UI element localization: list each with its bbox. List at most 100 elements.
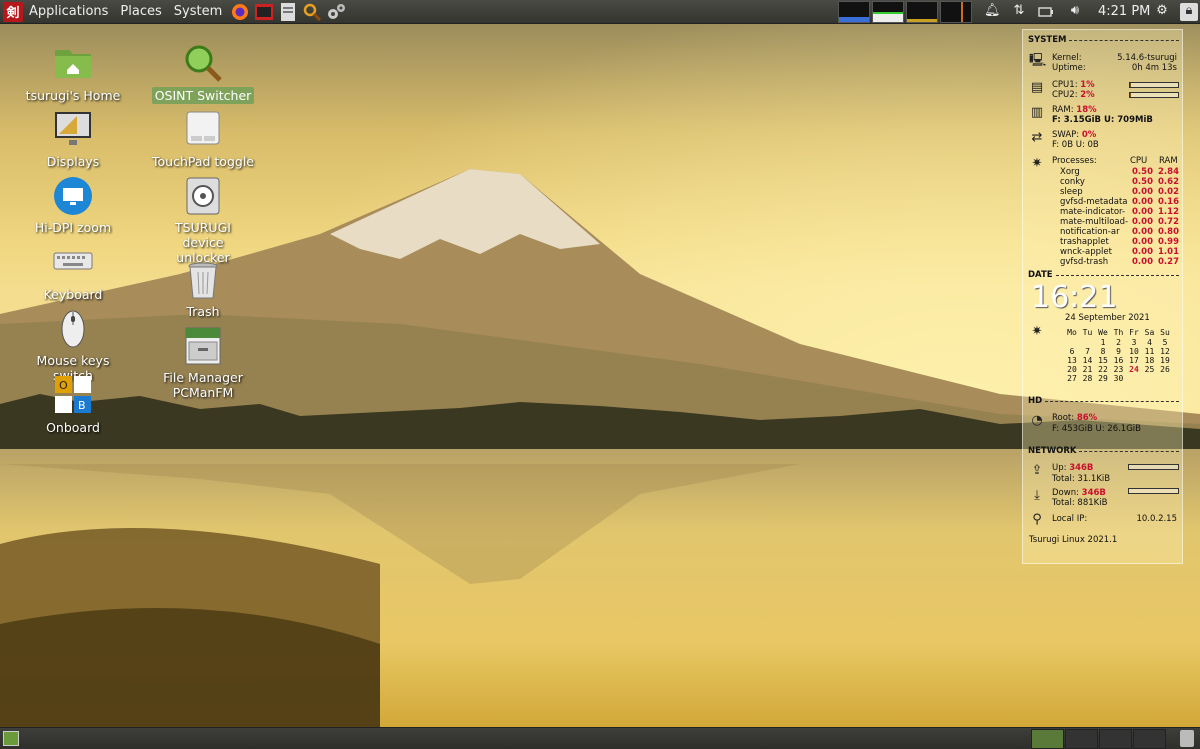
desktop-icon-osint-switcher[interactable]: OSINT Switcher — [148, 44, 258, 104]
process-cpu: 0.00 — [1132, 227, 1153, 237]
calendar-day: 14 — [1082, 356, 1093, 365]
system-menu[interactable]: System — [168, 0, 228, 24]
volume-icon[interactable]: 🔊︎ — [1067, 3, 1083, 21]
desktop-icon-label: Onboard — [46, 420, 100, 435]
workspace-1[interactable] — [1031, 729, 1064, 749]
calendar-weekday: We — [1098, 328, 1108, 337]
process-ram: 0.99 — [1158, 237, 1179, 247]
workspace-2[interactable] — [1065, 729, 1098, 749]
terminal-icon[interactable] — [254, 2, 274, 22]
workspace-3[interactable] — [1099, 729, 1132, 749]
uptime-value: 0h 4m 13s — [1131, 63, 1177, 73]
download-icon: ⤓ — [1034, 488, 1040, 503]
calendar-day: 8 — [1100, 347, 1106, 356]
ip-label: Local IP: — [1052, 514, 1088, 524]
process-name: conky — [1060, 177, 1085, 187]
desktop-icon-displays[interactable]: Displays — [18, 110, 128, 170]
disk-graph — [940, 1, 972, 23]
desktop-icon-label: Trash — [186, 304, 220, 319]
process-ram: 0.27 — [1158, 257, 1179, 267]
touchpad-icon — [183, 110, 223, 150]
text-editor-icon[interactable] — [278, 2, 298, 22]
process-name: wnck-applet — [1060, 247, 1112, 257]
calendar-day: 9 — [1116, 347, 1121, 356]
system-monitor-applet[interactable] — [838, 1, 974, 23]
process-ram: 2.84 — [1158, 167, 1179, 177]
network-arrows-icon[interactable]: ⇅ — [1011, 3, 1027, 21]
process-cpu: 0.00 — [1132, 257, 1153, 267]
applications-menu[interactable]: Applications — [23, 0, 114, 24]
calendar-day: 11 — [1144, 347, 1155, 356]
desktop-icon-mouse-keys[interactable]: Mouse keys switch — [18, 309, 128, 384]
desktop-icon-label: Hi-DPI zoom — [34, 220, 112, 235]
cpu-column-header: CPU — [1130, 156, 1148, 166]
desktop-icon-touchpad[interactable]: TouchPad toggle — [148, 110, 258, 170]
calendar-weekday: Fr — [1129, 328, 1139, 337]
places-menu[interactable]: Places — [114, 0, 167, 24]
calendar-weekday: Sa — [1144, 328, 1155, 337]
lock-icon[interactable]: 🔒︎ — [1180, 3, 1198, 21]
home-folder-icon — [53, 44, 93, 84]
process-ram: 0.02 — [1158, 187, 1179, 197]
keyboard-icon — [53, 243, 93, 283]
desktop-icon-label: Displays — [46, 154, 100, 169]
battery-icon[interactable] — [1038, 3, 1054, 21]
memory-graph — [872, 1, 904, 23]
process-name: gvfsd-trash — [1060, 257, 1109, 267]
search-icon[interactable] — [302, 2, 322, 22]
calendar-day: 28 — [1082, 374, 1093, 383]
desktop-icon-hidpi-zoom[interactable]: Hi-DPI zoom — [18, 176, 128, 236]
swap-icon: ⇄ — [1031, 130, 1043, 145]
cpu2-bar-fill — [1130, 93, 1131, 97]
calendar-weekday: Su — [1160, 328, 1170, 337]
desktop-icon-label: OSINT Switcher — [151, 87, 255, 104]
up-total: Total: 31.1KiB — [1052, 474, 1111, 484]
desktop-icon-label: TouchPad toggle — [151, 154, 254, 169]
upload-graph — [1128, 464, 1179, 470]
up-row: Up: 346B — [1052, 463, 1094, 473]
desktop-icon-home[interactable]: tsurugi's Home — [18, 44, 128, 104]
trash-applet-icon[interactable] — [1180, 730, 1194, 747]
firefox-icon[interactable] — [230, 2, 250, 22]
process-name: mate-indicator- — [1060, 207, 1126, 217]
process-name: Xorg — [1060, 167, 1080, 177]
down-total: Total: 881KiB — [1052, 498, 1108, 508]
process-cpu: 0.00 — [1132, 217, 1153, 227]
settings-icon[interactable] — [326, 2, 346, 22]
gear-icon[interactable]: ⚙ — [1154, 3, 1170, 21]
calendar-day: 22 — [1098, 365, 1108, 374]
calendar-weekday: Mo — [1067, 328, 1077, 337]
process-ram: 1.12 — [1158, 207, 1179, 217]
calendar-day: 7 — [1085, 347, 1090, 356]
calendar-day: 27 — [1067, 374, 1077, 383]
calendar-day: 12 — [1160, 347, 1170, 356]
desktop-icon-trash[interactable]: Trash — [148, 260, 258, 320]
tsurugi-logo-icon[interactable]: 剣 — [3, 1, 23, 22]
calendar-day: 5 — [1162, 338, 1168, 347]
network-header: NETWORK — [1028, 446, 1179, 456]
desktop-icon-file-manager[interactable]: File Manager PCManFM — [148, 326, 258, 401]
process-name: mate-multiload- — [1060, 217, 1129, 227]
calendar-day: 25 — [1144, 365, 1155, 374]
calendar-day: 18 — [1144, 356, 1155, 365]
conky-system-monitor: SYSTEM 🖳︎ Kernel: 5.14.6-tsurugi Uptime:… — [1022, 29, 1183, 564]
show-desktop-icon[interactable] — [3, 731, 19, 746]
svg-text:O: O — [59, 379, 68, 392]
date-text: 24 September 2021 — [1065, 313, 1150, 323]
notification-bell-icon[interactable]: 🔔︎ — [984, 3, 1001, 21]
desktop-icon-label: File Manager PCManFM — [163, 370, 243, 400]
calendar-day: 2 — [1116, 338, 1121, 347]
onboard-icon: OB — [53, 376, 93, 416]
network-graph — [906, 1, 938, 23]
desktop-icon-label: tsurugi's Home — [25, 88, 121, 103]
distro-footer: Tsurugi Linux 2021.1 — [1029, 535, 1118, 545]
memory-icon: ▥ — [1030, 105, 1044, 120]
process-name: gvfsd-metadata — [1060, 197, 1128, 207]
process-cpu: 0.50 — [1132, 167, 1153, 177]
desktop-icon-onboard[interactable]: OB Onboard — [18, 376, 128, 436]
desktop-icon-device-unlocker[interactable]: TSURUGI device unlocker — [148, 176, 258, 266]
panel-clock[interactable]: 4:21 PM — [1098, 0, 1150, 24]
hidpi-zoom-icon — [53, 176, 93, 216]
workspace-4[interactable] — [1133, 729, 1166, 749]
desktop-icon-keyboard[interactable]: Keyboard — [18, 243, 128, 303]
